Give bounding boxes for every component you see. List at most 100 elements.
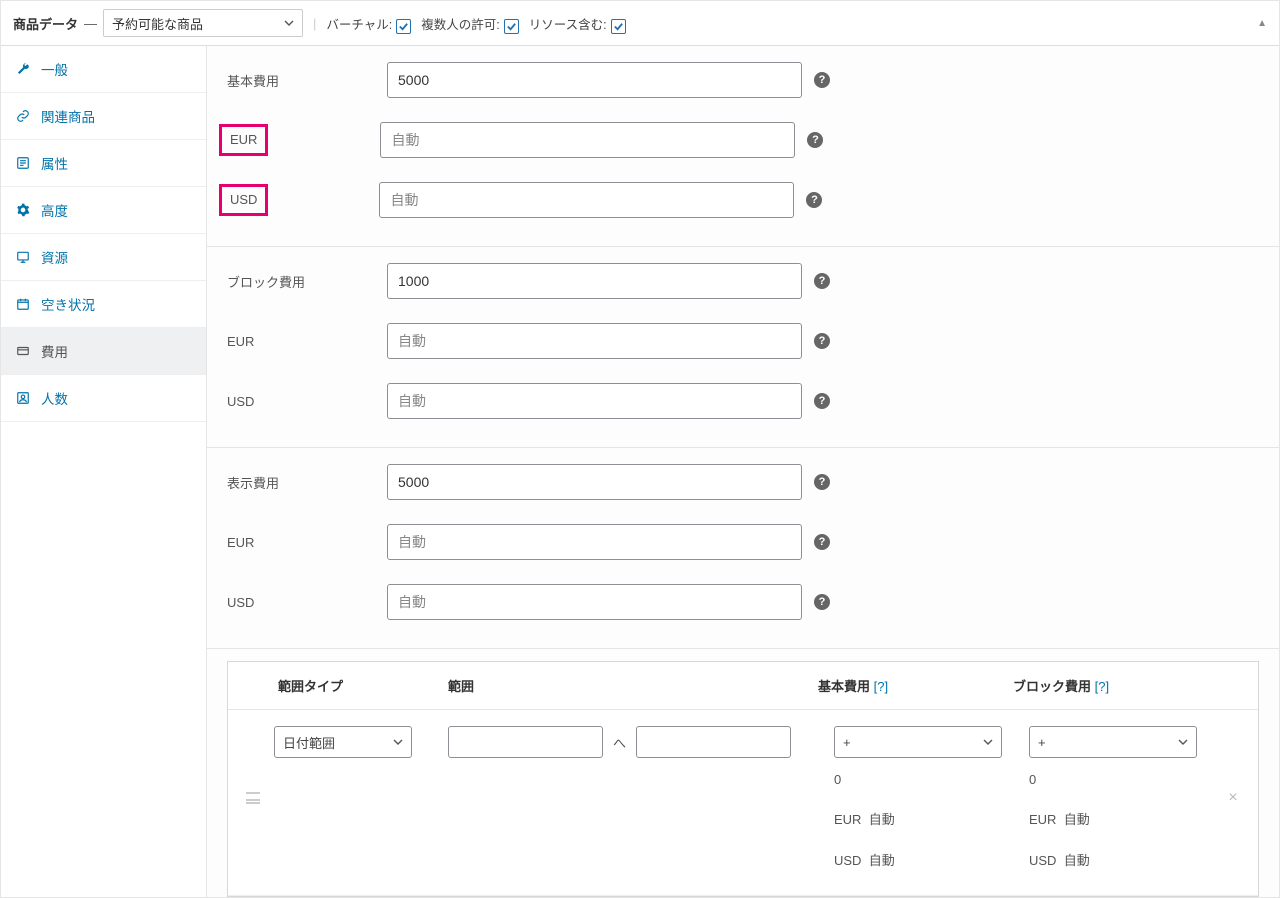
tab-persons[interactable]: 人数 xyxy=(1,375,206,422)
multi-label: 複数人の許可: xyxy=(421,14,499,33)
chevron-down-icon xyxy=(983,735,993,750)
link-icon xyxy=(15,108,31,124)
range-to-input[interactable] xyxy=(636,726,791,758)
block-cost-eur-label: EUR xyxy=(227,334,387,349)
chevron-down-icon xyxy=(393,735,403,750)
display-cost-eur-input[interactable] xyxy=(387,524,802,560)
help-icon[interactable]: ? xyxy=(814,474,830,490)
section-display-cost: 表示費用 ? EUR ? USD ? xyxy=(207,448,1279,649)
chevron-down-icon xyxy=(284,16,294,31)
gear-icon xyxy=(15,202,31,218)
help-icon[interactable]: ? xyxy=(814,393,830,409)
operator-value: + xyxy=(843,735,851,750)
base-cost-input[interactable] xyxy=(387,62,802,98)
range-cost-section: 範囲タイプ 範囲 基本費用 [?] ブロック費用 [?] xyxy=(207,649,1279,897)
range-type-select[interactable]: 日付範囲 xyxy=(274,726,412,758)
monitor-icon xyxy=(15,249,31,265)
virtual-checkbox[interactable] xyxy=(396,19,411,34)
base-cost-label: 基本費用 xyxy=(227,71,387,90)
block-cost-usd-input[interactable] xyxy=(387,383,802,419)
panel-title: 商品データ xyxy=(13,14,78,33)
divider: | xyxy=(313,16,316,31)
range-row: 日付範囲 へ + xyxy=(228,710,1258,896)
display-cost-label: 表示費用 xyxy=(227,473,387,492)
display-cost-usd-input[interactable] xyxy=(387,584,802,620)
head-range-type: 範囲タイプ xyxy=(278,676,448,695)
wrench-icon xyxy=(15,61,31,77)
range-block-usd: USD 自動 xyxy=(1029,850,1212,869)
tab-availability-label: 空き状況 xyxy=(41,294,95,314)
person-icon xyxy=(15,390,31,406)
block-cost-input[interactable] xyxy=(387,263,802,299)
collapse-icon[interactable]: ▲ xyxy=(1257,18,1267,29)
range-to-label: へ xyxy=(613,733,626,752)
card-icon xyxy=(15,343,31,359)
tab-advanced-label: 高度 xyxy=(41,200,68,220)
range-type-value: 日付範囲 xyxy=(283,733,335,752)
tab-persons-label: 人数 xyxy=(41,388,68,408)
block-cost-operator-select[interactable]: + xyxy=(1029,726,1197,758)
base-cost-usd-label: USD xyxy=(219,184,268,216)
block-cost-usd-label: USD xyxy=(227,394,387,409)
head-block-cost: ブロック費用 [?] xyxy=(1013,676,1203,695)
calendar-icon xyxy=(15,296,31,312)
check-icon xyxy=(506,21,517,32)
help-link[interactable]: [?] xyxy=(1095,679,1109,694)
range-base-eur: EUR 自動 xyxy=(834,809,1017,828)
help-icon[interactable]: ? xyxy=(806,192,822,208)
check-icon xyxy=(398,21,409,32)
operator-value: + xyxy=(1038,735,1046,750)
product-type-select[interactable]: 予約可能な商品 xyxy=(103,9,303,37)
range-base-value: 0 xyxy=(834,772,1017,787)
product-type-value: 予約可能な商品 xyxy=(112,14,203,33)
resource-checkbox[interactable] xyxy=(611,19,626,34)
range-from-input[interactable] xyxy=(448,726,603,758)
panel-header: 商品データ — 予約可能な商品 | バーチャル: 複数人の許可: リソース含む:… xyxy=(1,1,1279,46)
display-cost-usd-label: USD xyxy=(227,595,387,610)
section-block-cost: ブロック費用 ? EUR ? USD ? xyxy=(207,247,1279,448)
base-cost-usd-input[interactable] xyxy=(379,182,794,218)
block-cost-eur-input[interactable] xyxy=(387,323,802,359)
virtual-label: バーチャル: xyxy=(326,14,392,33)
tab-advanced[interactable]: 高度 xyxy=(1,187,206,234)
head-base-cost: 基本費用 [?] xyxy=(818,676,1013,695)
tab-resources[interactable]: 資源 xyxy=(1,234,206,281)
help-icon[interactable]: ? xyxy=(814,273,830,289)
multi-checkbox[interactable] xyxy=(504,19,519,34)
range-table-head: 範囲タイプ 範囲 基本費用 [?] ブロック費用 [?] xyxy=(228,662,1258,710)
resource-label: リソース含む: xyxy=(529,14,607,33)
section-base-cost: 基本費用 ? EUR ? USD ? xyxy=(207,46,1279,247)
block-cost-label: ブロック費用 xyxy=(227,272,387,291)
display-cost-input[interactable] xyxy=(387,464,802,500)
list-icon xyxy=(15,155,31,171)
range-block-value: 0 xyxy=(1029,772,1212,787)
check-icon xyxy=(613,21,624,32)
help-link[interactable]: [?] xyxy=(874,679,888,694)
help-icon[interactable]: ? xyxy=(807,132,823,148)
help-icon[interactable]: ? xyxy=(814,534,830,550)
head-range: 範囲 xyxy=(448,676,818,695)
tab-resources-label: 資源 xyxy=(41,247,68,267)
range-block-eur: EUR 自動 xyxy=(1029,809,1212,828)
tab-general[interactable]: 一般 xyxy=(1,46,206,93)
chevron-down-icon xyxy=(1178,735,1188,750)
tab-related-label: 関連商品 xyxy=(41,106,95,126)
tab-cost-label: 費用 xyxy=(41,341,68,361)
tab-attributes[interactable]: 属性 xyxy=(1,140,206,187)
tab-availability[interactable]: 空き状況 xyxy=(1,281,206,328)
help-icon[interactable]: ? xyxy=(814,594,830,610)
delete-row-icon[interactable]: × xyxy=(1228,789,1237,807)
base-cost-eur-input[interactable] xyxy=(380,122,795,158)
side-tabs: 一般 関連商品 属性 高度 資源 空き状況 xyxy=(1,46,207,897)
help-icon[interactable]: ? xyxy=(814,72,830,88)
base-cost-operator-select[interactable]: + xyxy=(834,726,1002,758)
help-icon[interactable]: ? xyxy=(814,333,830,349)
range-base-usd: USD 自動 xyxy=(834,850,1017,869)
tab-cost[interactable]: 費用 xyxy=(1,328,206,375)
separator: — xyxy=(84,16,97,31)
tab-attributes-label: 属性 xyxy=(41,153,68,173)
drag-handle-icon[interactable] xyxy=(238,792,268,804)
content-area: 基本費用 ? EUR ? USD ? ブロック費用 xyxy=(207,46,1279,897)
display-cost-eur-label: EUR xyxy=(227,535,387,550)
tab-related[interactable]: 関連商品 xyxy=(1,93,206,140)
